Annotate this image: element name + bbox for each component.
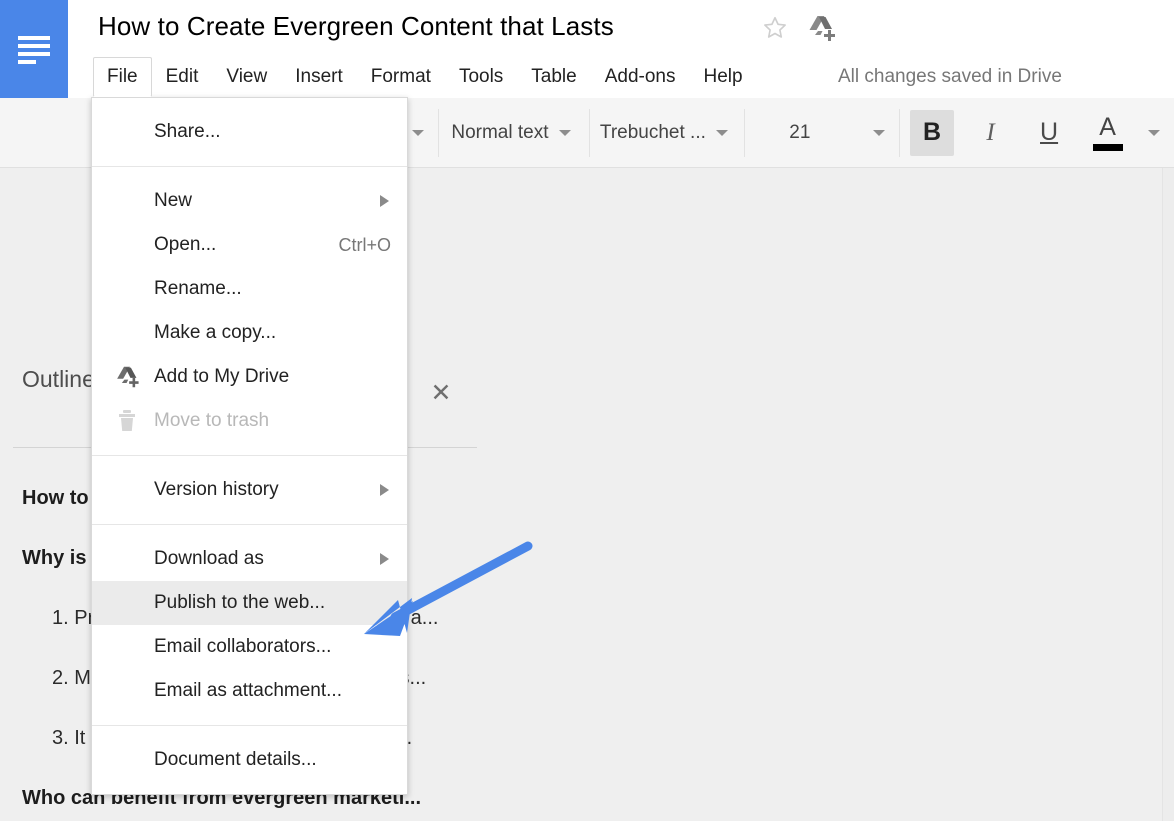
menu-item-label: New [154, 189, 192, 213]
save-status-text: All changes saved in Drive [838, 57, 1062, 97]
italic-label: I [986, 119, 994, 147]
menu-item-table[interactable]: Table [517, 57, 590, 97]
google-docs-window: How to Create Evergreen Content that Las… [0, 0, 1174, 821]
menu-item-tools[interactable]: Tools [445, 57, 517, 97]
star-outline-icon[interactable] [760, 13, 790, 43]
docs-logo-icon[interactable] [0, 0, 68, 98]
file-menu-item-share[interactable]: Share... [92, 110, 407, 154]
file-menu-item-open[interactable]: Open... Ctrl+O [92, 223, 407, 267]
menu-item-label: Email as attachment... [154, 679, 342, 703]
font-size-value: 21 [789, 122, 810, 144]
add-to-drive-icon [114, 364, 140, 390]
menu-item-view[interactable]: View [212, 57, 281, 97]
menu-item-label: Make a copy... [154, 321, 276, 345]
file-menu-group: Document details... [92, 726, 407, 794]
app-header: How to Create Evergreen Content that Las… [0, 0, 1174, 98]
title-action-icons [760, 13, 836, 43]
menu-item-shortcut: Ctrl+O [338, 235, 391, 256]
menu-item-format[interactable]: Format [357, 57, 445, 97]
menu-item-file[interactable]: File [93, 57, 152, 97]
toolbar-divider [899, 109, 900, 157]
file-menu-dropdown: Share... New Open... Ctrl+O Rename... Ma… [91, 97, 408, 795]
menu-item-label: Version history [154, 478, 279, 502]
menu-item-label: Document details... [154, 748, 317, 772]
menu-item-label: Publish to the web... [154, 591, 325, 615]
submenu-arrow-icon [380, 553, 389, 565]
file-menu-group: Download as Publish to the web... Email … [92, 525, 407, 726]
file-menu-item-make-a-copy[interactable]: Make a copy... [92, 311, 407, 355]
menu-item-label: Rename... [154, 277, 242, 301]
font-family-value: Trebuchet ... [600, 122, 706, 144]
submenu-arrow-icon [380, 484, 389, 496]
menu-item-addons[interactable]: Add-ons [591, 57, 690, 97]
font-size-caret[interactable] [855, 107, 899, 159]
file-menu-item-email-collaborators[interactable]: Email collaborators... [92, 625, 407, 669]
chevron-down-icon [716, 130, 728, 136]
menu-item-insert[interactable]: Insert [281, 57, 357, 97]
text-color-icon: A [1091, 113, 1125, 153]
outline-heading: Outline [22, 364, 95, 394]
menu-item-help[interactable]: Help [690, 57, 757, 97]
text-color-swatch [1093, 144, 1123, 151]
font-size-stepper[interactable]: 21 [745, 107, 855, 159]
bold-label: B [923, 118, 941, 147]
page-edge [1162, 168, 1174, 821]
file-menu-item-document-details[interactable]: Document details... [92, 738, 407, 782]
chevron-down-icon [873, 130, 885, 136]
file-menu-item-rename[interactable]: Rename... [92, 267, 407, 311]
file-menu-item-email-as-attachment[interactable]: Email as attachment... [92, 669, 407, 713]
text-color-button[interactable]: A [1085, 110, 1130, 156]
menu-item-label: Share... [154, 120, 221, 144]
chevron-down-icon [559, 130, 571, 136]
text-color-caret[interactable] [1130, 107, 1174, 159]
file-menu-group: Share... [92, 98, 407, 167]
close-icon[interactable]: ✕ [424, 376, 458, 410]
file-menu-item-move-to-trash: Move to trash [92, 399, 407, 443]
document-title[interactable]: How to Create Evergreen Content that Las… [98, 8, 614, 44]
paragraph-style-dropdown[interactable]: Normal text [439, 107, 589, 159]
paragraph-style-value: Normal text [451, 122, 548, 144]
file-menu-item-publish-to-the-web[interactable]: Publish to the web... [92, 581, 407, 625]
file-menu-item-new[interactable]: New [92, 179, 407, 223]
trash-icon [114, 408, 140, 434]
italic-button[interactable]: I [968, 110, 1013, 156]
text-color-label: A [1099, 113, 1116, 141]
menu-item-edit[interactable]: Edit [152, 57, 213, 97]
file-menu-item-download-as[interactable]: Download as [92, 537, 407, 581]
menu-item-label: Download as [154, 547, 264, 571]
file-menu-group: Version history [92, 456, 407, 525]
chevron-down-icon [412, 130, 424, 136]
bold-button[interactable]: B [910, 110, 955, 156]
font-family-dropdown[interactable]: Trebuchet ... [590, 107, 744, 159]
menu-item-label: Move to trash [154, 409, 269, 433]
menubar: File Edit View Insert Format Tools Table… [93, 57, 757, 97]
chevron-down-icon [1148, 130, 1160, 136]
menu-item-label: Add to My Drive [154, 365, 289, 389]
submenu-arrow-icon [380, 195, 389, 207]
file-menu-item-add-to-my-drive[interactable]: Add to My Drive [92, 355, 407, 399]
underline-label: U [1040, 118, 1058, 147]
add-to-drive-icon[interactable] [806, 13, 836, 43]
menu-item-label: Open... [154, 233, 216, 257]
underline-button[interactable]: U [1027, 110, 1072, 156]
file-menu-group: New Open... Ctrl+O Rename... Make a copy… [92, 167, 407, 456]
menu-item-label: Email collaborators... [154, 635, 331, 659]
file-menu-item-version-history[interactable]: Version history [92, 468, 407, 512]
